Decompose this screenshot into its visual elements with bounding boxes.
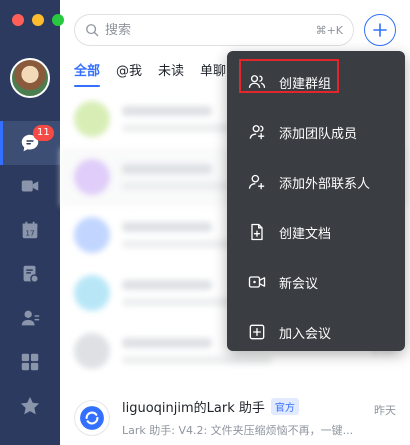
plus-icon [373,23,387,37]
video-meeting-icon [248,276,266,288]
menu-item-join-meeting[interactable]: 加入会议 [227,307,405,357]
avatar [74,159,110,195]
chat-preview: Lark 助手: V4.2: 文件夹压缩烦恼不再，一键... [122,424,354,437]
unread-badge: 11 [33,125,54,141]
rail-item-video[interactable] [0,164,60,208]
avatar [74,399,110,436]
add-member-icon [249,125,265,140]
rail-item-calendar[interactable]: 17 [0,208,60,252]
tab-all[interactable]: 全部 [74,60,101,87]
menu-item-label: 加入会议 [279,326,332,342]
avatar[interactable] [10,58,50,98]
menu-item-new-meeting[interactable]: 新会议 [227,257,405,307]
lark-logo-icon [80,405,104,430]
menu-item-label: 创建文档 [279,226,332,242]
rail-item-workplace[interactable] [0,340,60,384]
search-icon [86,24,99,37]
tab-direct[interactable]: 单聊 [200,60,226,87]
chat-item-lark-assistant[interactable]: liguoqinjim的Lark 助手 官方 Lark 助手: V4.2: 文件… [60,390,410,445]
avatar [74,101,110,137]
menu-item-label: 添加外部联系人 [279,176,371,192]
menu-item-label: 新会议 [279,276,319,292]
left-rail: 11 17 [0,0,64,445]
star-icon [20,396,40,415]
official-tag: 官方 [270,398,299,415]
maximize-window-button[interactable] [52,14,64,26]
minimize-window-button[interactable] [32,14,44,26]
calendar-icon: 17 [22,221,38,239]
video-camera-icon [21,180,39,192]
new-document-icon [251,223,263,241]
chat-filter-tabs: 全部 @我 未读 单聊 [74,60,226,87]
highlight-box [239,59,339,93]
create-button[interactable] [364,14,396,46]
approval-doc-icon [23,265,39,283]
tab-mentions[interactable]: @我 [116,60,142,87]
menu-item-add-external-contact[interactable]: 添加外部联系人 [227,157,405,207]
close-window-button[interactable] [12,14,24,26]
avatar [74,333,110,369]
rail-item-approval[interactable] [0,252,60,296]
rail-item-messages[interactable]: 11 [0,121,60,165]
contacts-icon [21,310,40,326]
join-meeting-icon [249,324,265,340]
chat-name: liguoqinjim的Lark 助手 [122,401,265,416]
calendar-day: 17 [25,229,35,238]
search-input[interactable] [105,22,316,38]
tab-unread[interactable]: 未读 [158,60,184,87]
menu-item-label: 添加团队成员 [279,126,358,142]
avatar [74,217,110,253]
search-bar[interactable]: ⌘+K [74,14,354,46]
add-external-contact-icon [248,174,265,190]
window-controls [12,14,64,26]
apps-grid-icon [21,353,39,371]
avatar [74,275,110,311]
menu-item-add-team-member[interactable]: 添加团队成员 [227,107,405,157]
search-shortcut-hint: ⌘+K [315,23,343,37]
create-menu: 创建群组 添加团队成员 添加外部联系人 创建文档 新会议 加入会议 [227,51,405,351]
menu-item-create-document[interactable]: 创建文档 [227,207,405,257]
rail-item-contacts[interactable] [0,296,60,340]
rail-item-favorites[interactable] [0,384,60,428]
chat-time: 昨天 [374,404,396,417]
